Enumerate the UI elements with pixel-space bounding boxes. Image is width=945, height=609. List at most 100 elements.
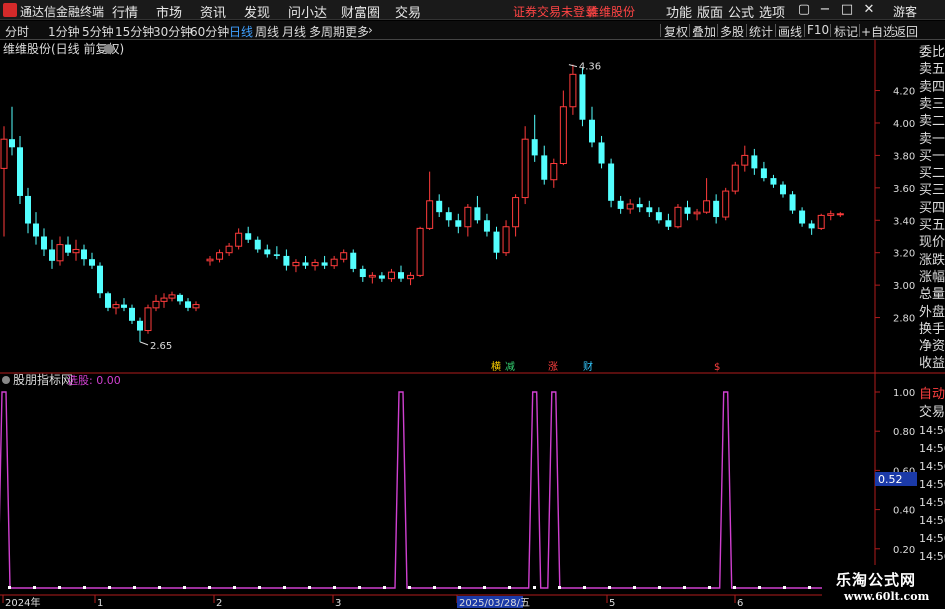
btn-overlay[interactable]: 叠加 — [692, 23, 716, 40]
period-1min[interactable]: 1分钟 — [48, 23, 80, 40]
btn-adjust[interactable]: 复权 — [664, 23, 688, 40]
divider — [859, 24, 860, 37]
menu-exchange[interactable]: 市场 — [156, 2, 182, 21]
menu-wealth[interactable]: 财富圈 — [341, 2, 380, 21]
candle-body — [264, 249, 271, 255]
side-tab-lower-0[interactable]: 自动 — [919, 386, 945, 404]
side-tab-lower-3[interactable]: 14:56 — [919, 440, 945, 458]
menu-layout[interactable]: 版面 — [697, 2, 723, 21]
side-tab-11[interactable]: 现价 — [919, 234, 945, 252]
period-5min[interactable]: 5分钟 — [82, 23, 114, 40]
menu-trade[interactable]: 交易 — [395, 2, 421, 21]
btn-mark[interactable]: 标记 — [834, 23, 858, 40]
candle-body — [531, 139, 538, 156]
restore-icon[interactable]: ▢ — [797, 2, 811, 17]
minimize-icon[interactable]: − — [818, 2, 832, 17]
side-tab-0[interactable]: 委比 — [919, 44, 945, 62]
side-tab-lower-1[interactable]: 交易 — [919, 404, 945, 422]
side-tab-8[interactable]: 买三 — [919, 182, 945, 200]
baseline-dot — [533, 586, 536, 589]
btn-multistock[interactable]: 多股 — [720, 23, 744, 40]
btn-back[interactable]: 返回 — [894, 23, 918, 40]
user-guest[interactable]: 游客 — [893, 3, 917, 20]
candle-body — [387, 271, 395, 280]
side-tab-lower-6[interactable]: 14:56 — [919, 494, 945, 512]
btn-f10[interactable]: F10 — [807, 23, 829, 37]
maximize-icon[interactable]: □ — [840, 2, 854, 17]
period-more[interactable]: 更多 — [345, 23, 369, 40]
period-intraday[interactable]: 分时 — [5, 23, 29, 40]
side-tab-lower-5[interactable]: 14:56 — [919, 476, 945, 494]
indicator-settings-icon[interactable] — [2, 376, 10, 384]
period-60min[interactable]: 60分钟 — [190, 23, 229, 40]
side-tab-14[interactable]: 总量 — [919, 286, 945, 304]
side-tab-lower-2[interactable]: 14:56 — [919, 422, 945, 440]
side-tab-6[interactable]: 买一 — [919, 148, 945, 166]
event-marker[interactable]: $ — [714, 362, 720, 373]
side-tab-2[interactable]: 卖四 — [919, 79, 945, 97]
chevron-right-icon[interactable]: › — [368, 23, 373, 37]
btn-stats[interactable]: 统计 — [749, 23, 773, 40]
candle-body — [789, 194, 796, 211]
period-30min[interactable]: 30分钟 — [153, 23, 192, 40]
btn-add-watchlist[interactable]: +自选 — [861, 23, 895, 40]
side-tab-lower-4[interactable]: 14:56 — [919, 458, 945, 476]
indicator-tick-label: 0.80 — [893, 427, 915, 438]
login-notice[interactable]: 证券交易未登录 — [513, 3, 597, 20]
side-tab-1[interactable]: 卖五 — [919, 61, 945, 79]
side-tab-10[interactable]: 买五 — [919, 217, 945, 235]
candle-body — [206, 258, 214, 262]
side-tab-3[interactable]: 卖三 — [919, 96, 945, 114]
side-tab-13[interactable]: 涨幅 — [919, 269, 945, 287]
side-tab-7[interactable]: 买二 — [919, 165, 945, 183]
side-tab-9[interactable]: 买四 — [919, 200, 945, 218]
candle-body — [636, 204, 643, 208]
side-tab-lower-7[interactable]: 14:56 — [919, 512, 945, 530]
side-tab-5[interactable]: 卖一 — [919, 131, 945, 149]
side-tab-12[interactable]: 涨跌 — [919, 252, 945, 270]
period-weekly[interactable]: 周线 — [255, 23, 279, 40]
high-label: 4.36 — [579, 62, 601, 73]
kline-chart[interactable]: 维维股份(日线 前复权) 4.204.003.803.603.403.203.0… — [0, 40, 945, 609]
candle-body — [493, 231, 500, 253]
period-daily[interactable]: 日线 — [229, 23, 253, 40]
candle-body — [713, 200, 720, 218]
close-icon[interactable]: ✕ — [862, 2, 876, 17]
side-tab-17[interactable]: 净资 — [919, 338, 945, 356]
btn-draw[interactable]: 画线 — [778, 23, 802, 40]
chart-settings-icon[interactable] — [104, 44, 114, 54]
side-tab-4[interactable]: 卖二 — [919, 113, 945, 131]
menu-function[interactable]: 功能 — [666, 2, 692, 21]
candle-body — [65, 244, 71, 253]
event-marker[interactable]: 横 — [491, 360, 501, 373]
side-tab-15[interactable]: 外盘 — [919, 304, 945, 322]
menu-ask[interactable]: 问小达 — [288, 2, 327, 21]
candle-body — [177, 294, 183, 302]
price-tick-label: 2.80 — [893, 314, 915, 325]
side-tab-lower-8[interactable]: 14:56 — [919, 530, 945, 548]
low-label: 2.65 — [150, 341, 172, 352]
menu-market[interactable]: 行情 — [112, 2, 138, 21]
menu-formula[interactable]: 公式 — [728, 2, 754, 21]
side-tab-16[interactable]: 换手 — [919, 321, 945, 339]
baseline-dot — [408, 586, 411, 589]
period-monthly[interactable]: 月线 — [282, 23, 306, 40]
period-multi[interactable]: 多周期 — [309, 23, 345, 40]
event-marker[interactable]: 财 — [583, 360, 593, 373]
baseline-dot — [83, 586, 86, 589]
event-marker[interactable]: 减 — [505, 361, 515, 373]
menu-discover[interactable]: 发现 — [244, 2, 270, 21]
menu-news[interactable]: 资讯 — [200, 2, 226, 21]
baseline-dot — [208, 586, 211, 589]
baseline-dot — [558, 586, 561, 589]
candle-body — [541, 155, 548, 180]
event-marker[interactable]: 涨 — [548, 361, 558, 373]
candle-body — [33, 223, 39, 237]
candle-body — [41, 236, 47, 250]
menu-options[interactable]: 选项 — [759, 2, 785, 21]
side-tab-lower-9[interactable]: 14:56 — [919, 548, 945, 566]
baseline-dot — [283, 586, 286, 589]
price-axis: 4.20 4.00 3.80 3.60 3.40 3.20 3.00 2.80 — [875, 87, 915, 325]
period-15min[interactable]: 15分钟 — [115, 23, 154, 40]
side-tab-18[interactable]: 收益 — [919, 355, 945, 373]
